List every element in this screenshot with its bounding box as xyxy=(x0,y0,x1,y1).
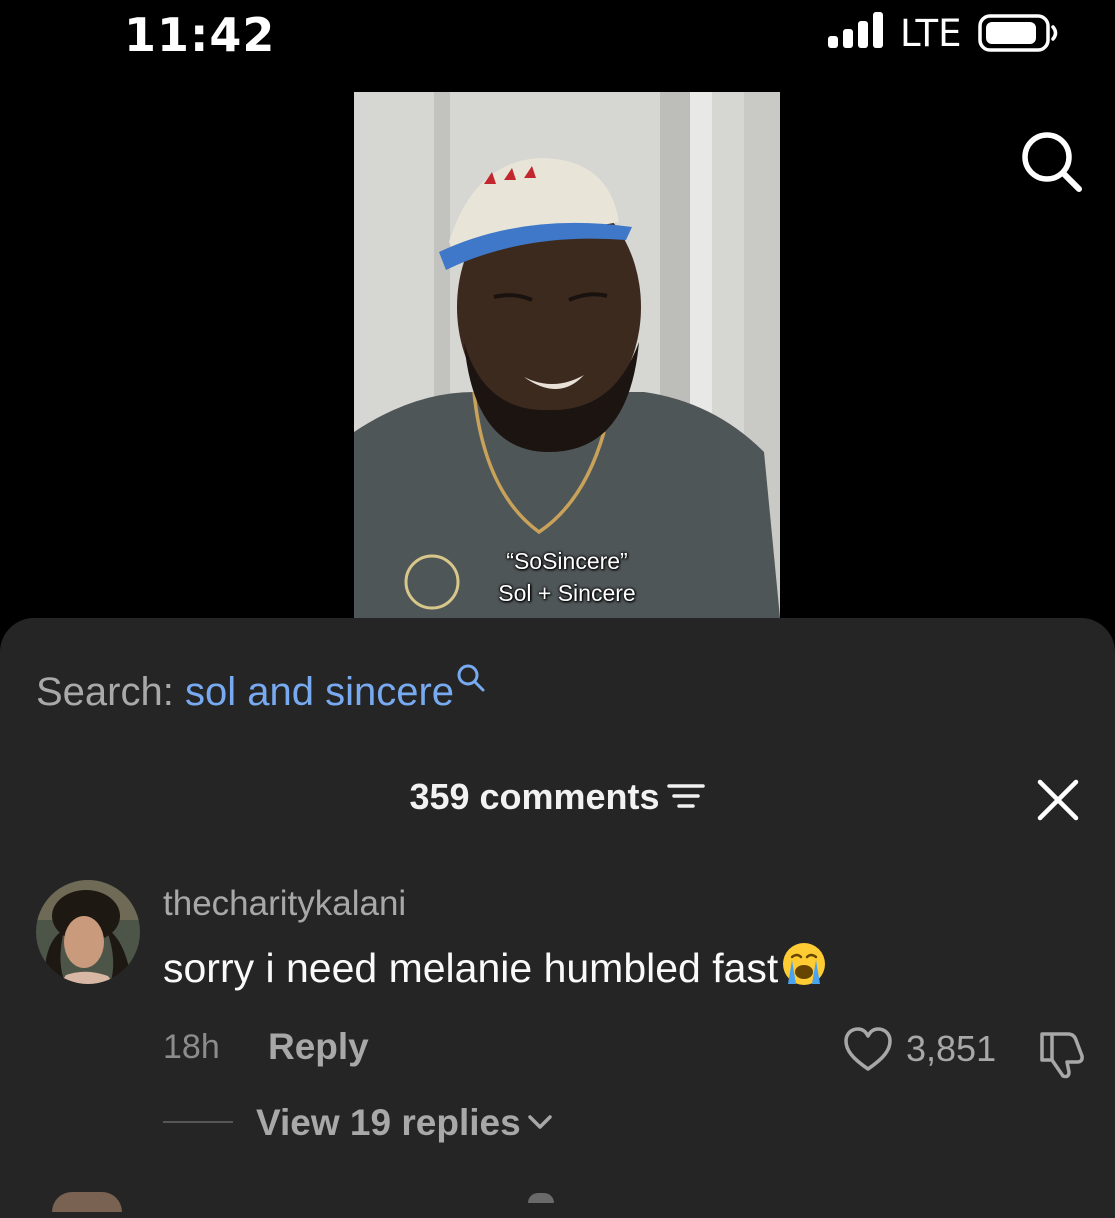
view-replies-label: View 19 replies xyxy=(256,1102,521,1143)
heart-icon[interactable] xyxy=(842,1024,894,1076)
search-suggestion-link[interactable]: Search: sol and sincere xyxy=(36,663,486,715)
next-comment-avatar-partial xyxy=(528,1193,554,1203)
video-player[interactable]: “SoSincere” Sol + Sincere xyxy=(354,92,780,618)
comments-count-label: 359 comments xyxy=(409,776,660,817)
chevron-down-icon xyxy=(527,1115,552,1129)
next-comment-avatar[interactable] xyxy=(52,1192,122,1212)
search-icon[interactable] xyxy=(1018,128,1084,194)
like-count: 3,851 xyxy=(906,1028,997,1069)
search-suggestion-prefix: Search: xyxy=(36,670,185,714)
battery-icon xyxy=(978,14,1058,52)
close-icon[interactable] xyxy=(1036,778,1080,822)
thumbs-down-icon[interactable] xyxy=(1034,1024,1090,1080)
network-type-label: LTE xyxy=(900,12,962,55)
video-caption-line-2: Sol + Sincere xyxy=(498,580,636,606)
comment-body: sorry i need melanie humbled fast xyxy=(163,945,779,991)
video-caption-line-1: “SoSincere” xyxy=(506,548,628,574)
sort-lines-icon[interactable] xyxy=(666,781,706,811)
comment-item: thecharitykalani sorry i need melanie hu… xyxy=(0,878,1115,1168)
view-replies-button[interactable]: View 19 replies xyxy=(256,1102,553,1144)
search-icon xyxy=(457,664,485,692)
comments-count-header[interactable]: 359 comments xyxy=(0,776,1115,818)
search-suggestion-term: sol and sincere xyxy=(184,670,455,714)
loudly-crying-face-icon xyxy=(783,943,826,985)
comment-timestamp: 18h xyxy=(163,1028,220,1066)
comment-text: sorry i need melanie humbled fast xyxy=(163,940,828,992)
signal-strength-icon xyxy=(828,12,883,48)
video-thumbnail-image xyxy=(354,92,780,618)
replies-divider xyxy=(163,1121,233,1123)
avatar-image xyxy=(36,880,140,984)
reply-button[interactable]: Reply xyxy=(268,1026,369,1068)
avatar[interactable] xyxy=(36,880,140,984)
status-bar: 11:42 LTE xyxy=(0,0,1115,70)
status-time: 11:42 xyxy=(124,8,276,62)
comment-username[interactable]: thecharitykalani xyxy=(163,884,406,924)
